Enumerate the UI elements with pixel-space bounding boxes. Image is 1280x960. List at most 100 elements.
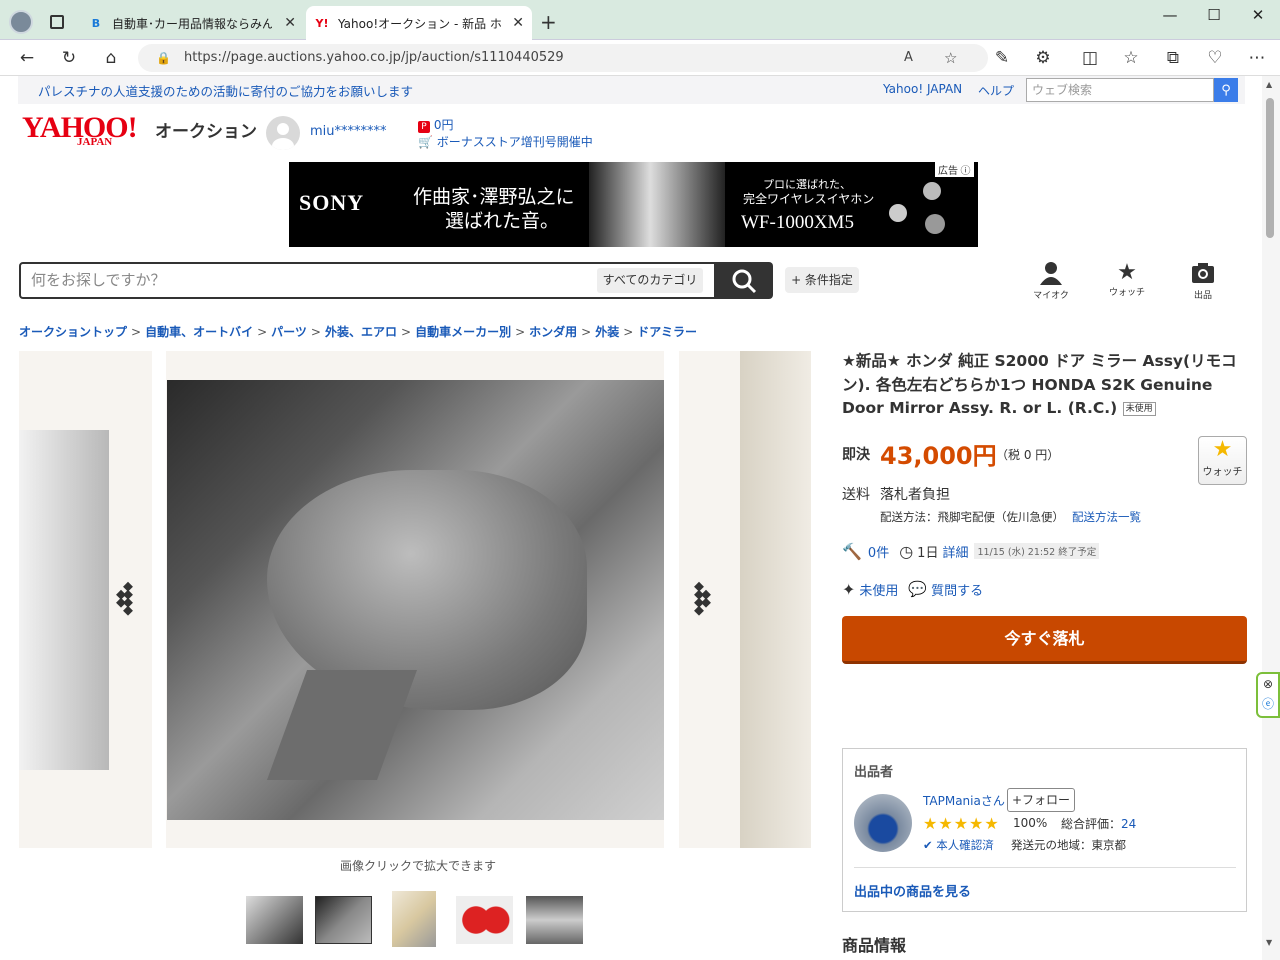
scroll-down-icon[interactable]: ▼ xyxy=(1266,938,1272,947)
question-link[interactable]: 質問する xyxy=(931,580,983,599)
price-value: 43,000円 xyxy=(880,442,997,470)
gavel-icon: 🔨 xyxy=(842,541,862,561)
yahoo-logo-sub: JAPAN xyxy=(77,136,113,148)
auction-service-title[interactable]: オークション xyxy=(155,117,257,142)
browser-tabbar: B 自動車･カー用品情報ならみんカラ ✕ Y! Yahoo!オークション - 新… xyxy=(0,0,1280,40)
tab-actions-icon[interactable] xyxy=(50,15,64,29)
follow-button[interactable]: +フォロー xyxy=(1007,788,1075,812)
category-select[interactable]: すべてのカテゴリ xyxy=(597,268,703,293)
user-name-link[interactable]: miu******** xyxy=(310,124,387,139)
split-screen-icon[interactable]: ◫ xyxy=(1078,46,1102,70)
watch-button[interactable]: ★ ウォッチ xyxy=(1198,436,1247,485)
thumbnail[interactable] xyxy=(246,896,303,944)
gallery-next-button[interactable] xyxy=(690,581,718,621)
breadcrumb-item[interactable]: 外装 xyxy=(595,325,619,339)
close-tab-icon[interactable]: ✕ xyxy=(284,15,296,31)
sidebar-toggle[interactable]: ⊗ ⓔ xyxy=(1256,672,1280,718)
help-link[interactable]: ヘルプ xyxy=(978,82,1014,99)
collections-icon[interactable]: ⧉ xyxy=(1161,46,1185,70)
yahoo-japan-link[interactable]: Yahoo! JAPAN xyxy=(883,82,962,96)
new-tab-icon[interactable]: + xyxy=(540,10,557,34)
page-scrollbar[interactable]: ▲ ▼ xyxy=(1262,76,1280,960)
edge-icon[interactable]: ⓔ xyxy=(1258,694,1278,714)
home-icon[interactable]: ⌂ xyxy=(99,46,123,70)
total-rating-label: 総合評価： xyxy=(1061,817,1122,831)
gallery-caption: 画像クリックで拡大できます xyxy=(340,859,497,873)
breadcrumb-item[interactable]: 自動車、オートバイ xyxy=(145,325,253,339)
scrollbar-thumb[interactable] xyxy=(1266,98,1274,238)
donation-link[interactable]: パレスチナの人道支援のための活動に寄付のご協力をお願いします xyxy=(38,81,413,100)
read-aloud-icon[interactable]: A xyxy=(904,44,913,72)
more-menu-icon[interactable]: ⋯ xyxy=(1245,46,1269,70)
gallery-main-slide[interactable] xyxy=(166,351,664,848)
verified-text: 本人確認済 xyxy=(936,838,994,852)
thumbnail[interactable] xyxy=(526,896,583,944)
close-window-icon[interactable]: ✕ xyxy=(1238,6,1278,26)
web-search-input[interactable]: ウェブ検索 xyxy=(1026,78,1214,102)
breadcrumb-item[interactable]: 外装、エアロ xyxy=(325,325,397,339)
thumbnail[interactable] xyxy=(392,891,436,947)
copilot-icon[interactable]: ♡ xyxy=(1203,46,1227,70)
breadcrumb-item[interactable]: ホンダ用 xyxy=(529,325,577,339)
ship-method-link[interactable]: 配送方法一覧 xyxy=(1072,510,1141,524)
favorite-star-icon[interactable]: ☆ xyxy=(944,44,957,72)
close-icon[interactable]: ⊗ xyxy=(1258,674,1278,694)
extensions-icon[interactable]: ⚙ xyxy=(1031,46,1055,70)
ad-model: WF-1000XM5 xyxy=(741,212,854,233)
breadcrumb-item[interactable]: オークショントップ xyxy=(19,325,127,339)
scroll-up-icon[interactable]: ▲ xyxy=(1266,80,1272,89)
gallery-prev-button[interactable] xyxy=(113,581,141,621)
watch-list-link[interactable]: ★ ウォッチ xyxy=(1097,261,1157,299)
seller-items-link[interactable]: 出品中の商品を見る xyxy=(854,881,971,900)
yahoo-favicon-icon: Y! xyxy=(315,16,329,30)
breadcrumb-item[interactable]: ドアミラー xyxy=(637,325,697,339)
web-search-button[interactable]: ⚲ xyxy=(1214,78,1238,102)
seller-avatar[interactable] xyxy=(854,794,912,852)
avatar[interactable] xyxy=(266,116,300,150)
verified-badge: ✔ 本人確認済 xyxy=(923,837,994,853)
bid-count[interactable]: 0件 xyxy=(868,542,889,561)
url-field[interactable]: 🔒 https://page.auctions.yahoo.co.jp/jp/a… xyxy=(138,44,988,72)
extension-1-icon[interactable]: ✎ xyxy=(990,46,1014,70)
breadcrumb-item[interactable]: パーツ xyxy=(271,325,307,339)
ad-label[interactable]: 広告 ⓘ xyxy=(935,162,974,177)
thumbnail[interactable] xyxy=(456,896,513,944)
points-row[interactable]: P 0円 xyxy=(418,116,453,133)
campaign-row[interactable]: 🛒 ボーナスストア增刊号開催中 xyxy=(418,133,593,150)
total-rating-link[interactable]: 24 xyxy=(1121,817,1136,831)
ad-banner[interactable]: SONY 作曲家･澤野弘之に 選ばれた音。 プロに選ばれた、 完全ワイヤレスイヤ… xyxy=(289,162,978,247)
page-content: パレスチナの人道支援のための活動に寄付のご協力をお願いします Yahoo! JA… xyxy=(0,76,1262,960)
myauction-link[interactable]: マイオク xyxy=(1021,261,1081,301)
search-button[interactable] xyxy=(715,262,773,299)
tax-value: （税 0 円） xyxy=(996,448,1060,462)
minimize-icon[interactable]: — xyxy=(1150,6,1190,26)
favorites-icon[interactable]: ☆ xyxy=(1119,46,1143,70)
end-time: 11/15 (水) 21:52 終了予定 xyxy=(974,543,1100,559)
lock-icon: 🔒 xyxy=(156,51,171,65)
back-icon[interactable]: ← xyxy=(15,46,39,70)
tab-minkara[interactable]: B 自動車･カー用品情報ならみんカラ ✕ xyxy=(80,6,304,40)
close-tab-icon[interactable]: ✕ xyxy=(512,15,524,31)
ship-method-text: 配送方法：飛脚宅配便（佐川急便） xyxy=(880,510,1064,524)
buy-now-button[interactable]: 今すぐ落札 xyxy=(842,616,1247,664)
rating-stars: ★★★★★ xyxy=(923,814,1000,833)
refresh-icon[interactable]: ↻ xyxy=(57,46,81,70)
myauction-label: マイオク xyxy=(1033,291,1069,301)
time-detail-link[interactable]: 詳細 xyxy=(942,542,968,561)
thumbnail-selected[interactable] xyxy=(315,896,372,944)
breadcrumb-item[interactable]: 自動車メーカー別 xyxy=(415,325,511,339)
condition-link[interactable]: 未使用 xyxy=(859,580,898,599)
seller-name-link[interactable]: TAPManiaさん xyxy=(923,792,1005,809)
earbuds-image xyxy=(889,180,965,238)
maximize-icon[interactable]: ☐ xyxy=(1194,6,1234,26)
tab-yahoo-auction[interactable]: Y! Yahoo!オークション - 新品 ホンダ 純正 ✕ xyxy=(306,6,532,40)
main-product-image[interactable] xyxy=(167,380,664,820)
ad-person-image xyxy=(589,162,725,247)
prev-image xyxy=(19,430,109,770)
star-icon: ★ xyxy=(938,814,954,833)
rating-percent: 100% xyxy=(1013,816,1048,830)
profile-icon[interactable] xyxy=(9,10,33,34)
sell-link[interactable]: 出品 xyxy=(1173,261,1233,301)
paypay-icon: P xyxy=(418,121,430,133)
condition-button[interactable]: + 条件指定 xyxy=(785,267,859,293)
